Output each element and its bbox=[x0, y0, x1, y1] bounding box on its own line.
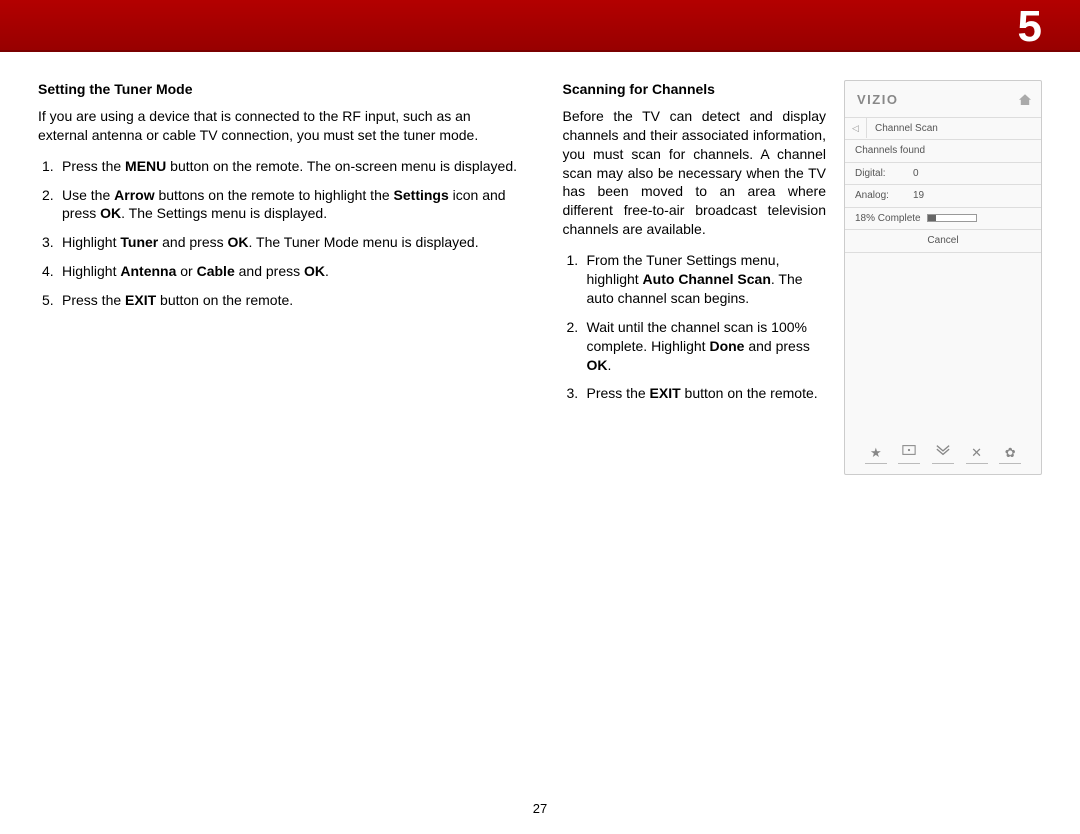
star-icon[interactable]: ★ bbox=[865, 444, 887, 464]
steps-left: Press the MENU button on the remote. The… bbox=[38, 157, 518, 310]
osd-progress-row: 18% Complete bbox=[845, 208, 1041, 231]
osd-digital-row: Digital: 0 bbox=[845, 163, 1041, 186]
chapter-header-bar: 5 bbox=[0, 0, 1080, 52]
osd-title: Channel Scan bbox=[867, 118, 946, 140]
column-right: Scanning for Channels Before the TV can … bbox=[563, 80, 1043, 475]
page-number: 27 bbox=[0, 801, 1080, 816]
steps-right: From the Tuner Settings menu, highlight … bbox=[563, 251, 827, 403]
cc-icon[interactable] bbox=[898, 444, 920, 464]
wide-icon[interactable] bbox=[932, 444, 954, 464]
progress-bar bbox=[927, 214, 977, 222]
osd-channels-found: Channels found bbox=[845, 140, 1041, 163]
osd-logo: VIZIO bbox=[857, 91, 898, 109]
osd-analog-value: 19 bbox=[913, 189, 924, 203]
intro-right: Before the TV can detect and display cha… bbox=[563, 107, 827, 239]
chapter-number: 5 bbox=[1018, 2, 1042, 52]
heading-scanning: Scanning for Channels bbox=[563, 80, 827, 99]
osd-digital-value: 0 bbox=[913, 167, 919, 181]
column-left: Setting the Tuner Mode If you are using … bbox=[38, 80, 523, 475]
step: Press the EXIT button on the remote. bbox=[563, 384, 827, 403]
heading-tuner-mode: Setting the Tuner Mode bbox=[38, 80, 518, 99]
step: Highlight Antenna or Cable and press OK. bbox=[38, 262, 518, 281]
step: Highlight Tuner and press OK. The Tuner … bbox=[38, 233, 518, 252]
osd-bottom-icons: ★ ✕ ✿ bbox=[845, 444, 1041, 464]
step: Use the Arrow buttons on the remote to h… bbox=[38, 186, 518, 224]
intro-left: If you are using a device that is connec… bbox=[38, 107, 518, 145]
osd-panel: VIZIO ◁ Channel Scan Channels found Digi… bbox=[844, 80, 1042, 475]
step: Wait until the channel scan is 100% comp… bbox=[563, 318, 827, 375]
osd-progress-text: 18% Complete bbox=[855, 212, 921, 226]
step: Press the MENU button on the remote. The… bbox=[38, 157, 518, 176]
osd-cancel[interactable]: Cancel bbox=[845, 230, 1041, 253]
gear-icon[interactable]: ✿ bbox=[999, 444, 1021, 464]
close-icon[interactable]: ✕ bbox=[966, 444, 988, 464]
home-icon[interactable] bbox=[1019, 94, 1031, 105]
progress-fill bbox=[928, 215, 937, 221]
step: Press the EXIT button on the remote. bbox=[38, 291, 518, 310]
osd-analog-row: Analog: 19 bbox=[845, 185, 1041, 208]
back-icon[interactable]: ◁ bbox=[845, 118, 867, 138]
osd-digital-label: Digital: bbox=[855, 167, 913, 181]
step: From the Tuner Settings menu, highlight … bbox=[563, 251, 827, 308]
osd-analog-label: Analog: bbox=[855, 189, 913, 203]
